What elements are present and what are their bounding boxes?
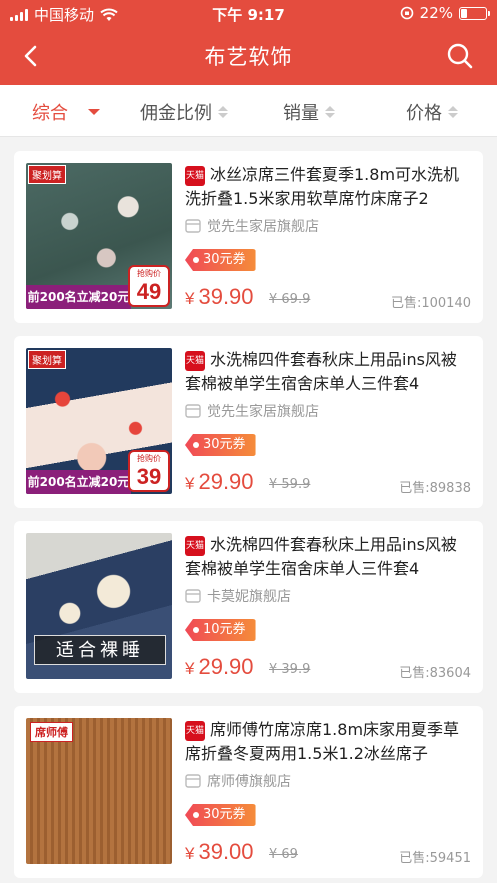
- sold-count: 已售:100140: [390, 296, 471, 311]
- battery-icon: [459, 6, 490, 20]
- sort-updown-icon: [218, 106, 228, 118]
- product-card[interactable]: 聚划算 前200名立减20元 抢购价 49 天猫 冰丝凉席三件套夏季1.8m可水洗…: [14, 151, 483, 323]
- orientation-lock-icon: [400, 6, 413, 20]
- sort-sales[interactable]: 销量: [283, 99, 335, 125]
- tmall-badge: 天猫: [185, 351, 205, 371]
- sold-count: 已售:89838: [399, 481, 471, 496]
- product-image: 席师傅: [26, 718, 172, 864]
- product-title: 天猫 席师傅竹席凉席1.8m床家用夏季草席折叠冬夏两用1.5米1.2冰丝席子: [185, 720, 460, 763]
- shop-name: 卡莫妮旗舰店: [207, 589, 291, 605]
- sort-label: 综合: [32, 103, 68, 124]
- image-caption: 适合裸睡: [34, 635, 166, 665]
- promo-price: 抢购价 39: [128, 450, 170, 492]
- nav-bar: 布艺软饰: [0, 28, 497, 85]
- product-title: 天猫 冰丝凉席三件套夏季1.8m可水洗机洗折叠1.5米家用软草席竹床席子2: [185, 165, 460, 208]
- sort-label: 价格: [406, 103, 442, 124]
- tmall-badge: 天猫: [185, 536, 205, 556]
- original-price: ¥ 69.9: [269, 292, 311, 307]
- price-row: ¥29.90 ¥ 39.9 已售:83604: [185, 654, 471, 682]
- chevron-down-icon: [88, 109, 100, 115]
- sold-count: 已售:83604: [399, 666, 471, 681]
- shop-row: 席师傅旗舰店: [185, 771, 471, 791]
- promo-tag: 聚划算: [28, 165, 66, 184]
- product-image: 聚划算 前200名立减20元 抢购价 39: [26, 348, 172, 494]
- price-row: ¥39.90 ¥ 69.9 已售:100140: [185, 284, 471, 312]
- sort-comprehensive[interactable]: 综合: [32, 99, 100, 125]
- page-title: 布艺软饰: [204, 45, 293, 69]
- promo-tag: 聚划算: [28, 350, 66, 369]
- product-image: 适合裸睡: [26, 533, 172, 679]
- sort-price[interactable]: 价格: [406, 99, 458, 125]
- status-bar: 中国移动 下午 9:17 22%: [0, 0, 497, 28]
- sort-commission[interactable]: 佣金比例: [140, 99, 228, 125]
- sold-count: 已售:59451: [399, 851, 471, 866]
- tmall-badge: 天猫: [185, 166, 205, 186]
- brand-logo: 席师傅: [30, 722, 73, 742]
- product-image: 聚划算 前200名立减20元 抢购价 49: [26, 163, 172, 309]
- product-title: 天猫 水洗棉四件套春秋床上用品ins风被套棉被单学生宿舍床单人三件套4: [185, 535, 457, 578]
- product-card[interactable]: 席师傅 天猫 席师傅竹席凉席1.8m床家用夏季草席折叠冬夏两用1.5米1.2冰丝席…: [14, 706, 483, 878]
- sort-updown-icon: [325, 106, 335, 118]
- price: ¥29.90: [185, 654, 254, 679]
- coupon-badge[interactable]: 30元券: [185, 804, 256, 826]
- product-card[interactable]: 聚划算 前200名立减20元 抢购价 39 天猫 水洗棉四件套春秋床上用品ins风…: [14, 336, 483, 508]
- product-title: 天猫 水洗棉四件套春秋床上用品ins风被套棉被单学生宿舍床单人三件套4: [185, 350, 457, 393]
- coupon-badge[interactable]: 10元券: [185, 619, 256, 641]
- price-row: ¥39.00 ¥ 69 已售:59451: [185, 839, 471, 867]
- sort-updown-icon: [448, 106, 458, 118]
- promo-bar: 前200名立减20元: [26, 285, 131, 309]
- shop-row: 卡莫妮旗舰店: [185, 586, 471, 606]
- original-price: ¥ 69: [269, 847, 298, 862]
- shop-row: 觉先生家居旗舰店: [185, 401, 471, 421]
- sort-label: 销量: [283, 103, 319, 124]
- price-row: ¥29.90 ¥ 59.9 已售:89838: [185, 469, 471, 497]
- store-icon: [185, 774, 201, 788]
- original-price: ¥ 59.9: [269, 477, 311, 492]
- coupon-badge[interactable]: 30元券: [185, 434, 256, 456]
- shop-name: 觉先生家居旗舰店: [207, 404, 319, 420]
- original-price: ¥ 39.9: [269, 662, 311, 677]
- coupon-badge[interactable]: 30元券: [185, 249, 256, 271]
- store-icon: [185, 589, 201, 603]
- shop-name: 席师傅旗舰店: [207, 774, 291, 790]
- price: ¥39.90: [185, 284, 254, 309]
- price: ¥29.90: [185, 469, 254, 494]
- promo-price: 抢购价 49: [128, 265, 170, 307]
- promo-bar: 前200名立减20元: [26, 470, 131, 494]
- sort-label: 佣金比例: [140, 103, 212, 124]
- battery-percent: 22%: [419, 4, 453, 22]
- store-icon: [185, 404, 201, 418]
- shop-name: 觉先生家居旗舰店: [207, 219, 319, 235]
- product-card[interactable]: 适合裸睡 天猫 水洗棉四件套春秋床上用品ins风被套棉被单学生宿舍床单人三件套4 …: [14, 521, 483, 693]
- price: ¥39.00: [185, 839, 254, 864]
- search-icon[interactable]: [445, 41, 475, 71]
- shop-row: 觉先生家居旗舰店: [185, 216, 471, 236]
- tmall-badge: 天猫: [185, 721, 205, 741]
- store-icon: [185, 219, 201, 233]
- sort-bar: 综合 佣金比例 销量 价格: [0, 85, 497, 137]
